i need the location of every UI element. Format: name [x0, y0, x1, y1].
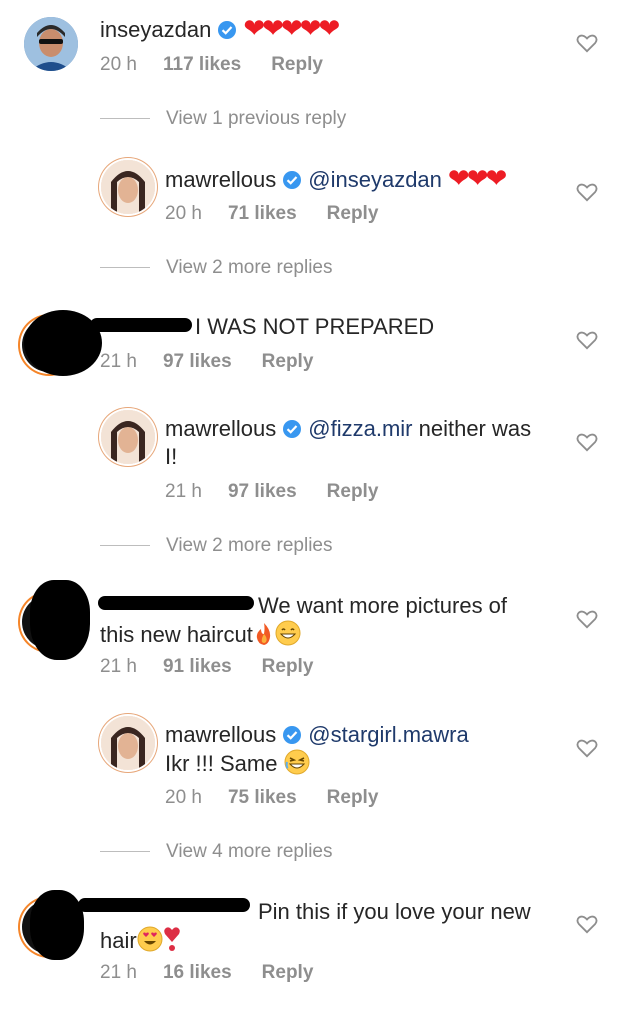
- comment-body: We want more pictures of: [258, 593, 508, 618]
- comment-meta: 21 h 16 likes Reply: [100, 962, 313, 984]
- like-heart-icon[interactable]: [576, 609, 598, 629]
- comment-text: mawrellous @fizza.mir neither was I!: [165, 415, 565, 471]
- laughing-emoji-icon: [284, 749, 310, 782]
- like-heart-icon[interactable]: [576, 914, 598, 934]
- comment-meta: 20 h 71 likes Reply: [165, 203, 378, 225]
- reply-button[interactable]: Reply: [327, 203, 379, 225]
- comment-body-line2: I!: [165, 444, 178, 469]
- verified-badge-icon: [283, 420, 302, 438]
- fire-emoji-icon: [253, 622, 275, 653]
- view-more-label[interactable]: View 1 previous reply: [166, 108, 346, 129]
- view-more-replies[interactable]: View 2 more replies: [100, 535, 333, 557]
- username[interactable]: mawrellous: [165, 722, 276, 747]
- comment-meta: 21 h 97 likes Reply: [100, 351, 313, 373]
- divider-line: [100, 851, 150, 853]
- redaction-scribble: [24, 310, 102, 376]
- mention-link[interactable]: @stargirl.mawra: [308, 722, 468, 747]
- redaction-scribble: [30, 890, 84, 960]
- reply-button[interactable]: Reply: [271, 54, 323, 76]
- avatar-photo: [101, 410, 155, 464]
- username[interactable]: mawrellous: [165, 167, 276, 192]
- comment-body: Pin this if you love your new: [258, 899, 531, 924]
- likes-count[interactable]: 97 likes: [228, 481, 297, 503]
- avatar[interactable]: [101, 160, 155, 214]
- verified-badge-icon: [218, 21, 237, 39]
- mention-link[interactable]: @inseyazdan: [308, 167, 442, 192]
- avatar[interactable]: [24, 17, 78, 71]
- hearts-emoji: ❤❤❤❤❤: [243, 13, 340, 43]
- view-more-label[interactable]: View 4 more replies: [166, 841, 333, 862]
- view-more-label[interactable]: View 2 more replies: [166, 535, 333, 556]
- redaction-bar: [90, 318, 192, 332]
- divider-line: [100, 118, 150, 120]
- like-heart-icon[interactable]: [576, 738, 598, 758]
- divider-line: [100, 545, 150, 547]
- comment-text: I WAS NOT PREPARED: [195, 313, 434, 341]
- view-more-label[interactable]: View 2 more replies: [166, 257, 333, 278]
- comment-text: Pin this if you love your new hair: [100, 898, 540, 959]
- reply-button[interactable]: Reply: [262, 656, 314, 678]
- likes-count[interactable]: 16 likes: [163, 962, 232, 984]
- comment-text: mawrellous @inseyazdan ❤❤❤: [165, 163, 507, 194]
- redaction-scribble: [30, 580, 90, 660]
- mention-link[interactable]: @fizza.mir: [308, 416, 412, 441]
- divider-line: [100, 267, 150, 269]
- likes-count[interactable]: 75 likes: [228, 787, 297, 809]
- timestamp: 20 h: [165, 787, 202, 808]
- likes-count[interactable]: 97 likes: [163, 351, 232, 373]
- grinning-emoji-icon: [275, 620, 301, 653]
- verified-badge-icon: [283, 171, 302, 189]
- username[interactable]: mawrellous: [165, 416, 276, 441]
- timestamp: 21 h: [100, 962, 137, 983]
- avatar-photo: [101, 716, 155, 770]
- likes-count[interactable]: 71 likes: [228, 203, 297, 225]
- reply-button[interactable]: Reply: [262, 962, 314, 984]
- timestamp: 20 h: [100, 54, 137, 75]
- comment-text: inseyazdan ❤❤❤❤❤: [100, 13, 340, 44]
- view-more-replies[interactable]: View 2 more replies: [100, 257, 333, 279]
- avatar-photo: [101, 160, 155, 214]
- view-more-replies[interactable]: View 4 more replies: [100, 841, 333, 863]
- verified-badge-icon: [283, 726, 302, 744]
- comment-text: We want more pictures of this new haircut: [100, 592, 540, 653]
- comment-body-line2: this new haircut: [100, 622, 253, 647]
- avatar[interactable]: [101, 716, 155, 770]
- heart-eyes-emoji-icon: [137, 926, 163, 959]
- comment-meta: 21 h 97 likes Reply: [165, 481, 378, 503]
- comment-text: mawrellous @stargirl.mawra Ikr !!! Same: [165, 721, 565, 782]
- timestamp: 21 h: [165, 481, 202, 502]
- exclamation-heart-emoji-icon: [163, 926, 181, 959]
- view-more-replies[interactable]: View 1 previous reply: [100, 108, 346, 130]
- comment-body-line2: hair: [100, 928, 137, 953]
- like-heart-icon[interactable]: [576, 432, 598, 452]
- reply-button[interactable]: Reply: [262, 351, 314, 373]
- hearts-emoji: ❤❤❤: [447, 163, 507, 193]
- reply-button[interactable]: Reply: [327, 787, 379, 809]
- timestamp: 20 h: [165, 203, 202, 224]
- timestamp: 21 h: [100, 656, 137, 677]
- username[interactable]: inseyazdan: [100, 17, 211, 42]
- likes-count[interactable]: 91 likes: [163, 656, 232, 678]
- comment-body: I WAS NOT PREPARED: [195, 314, 435, 339]
- comment-body: Ikr !!! Same: [165, 751, 278, 776]
- comment-body: neither was: [412, 416, 532, 441]
- timestamp: 21 h: [100, 351, 137, 372]
- comment-meta: 20 h 117 likes Reply: [100, 54, 323, 76]
- like-heart-icon[interactable]: [576, 33, 598, 53]
- comment-meta: 20 h 75 likes Reply: [165, 787, 378, 809]
- avatar-photo: [24, 17, 78, 71]
- like-heart-icon[interactable]: [576, 330, 598, 350]
- likes-count[interactable]: 117 likes: [163, 54, 241, 76]
- avatar[interactable]: [101, 410, 155, 464]
- reply-button[interactable]: Reply: [327, 481, 379, 503]
- comment-meta: 21 h 91 likes Reply: [100, 656, 313, 678]
- like-heart-icon[interactable]: [576, 182, 598, 202]
